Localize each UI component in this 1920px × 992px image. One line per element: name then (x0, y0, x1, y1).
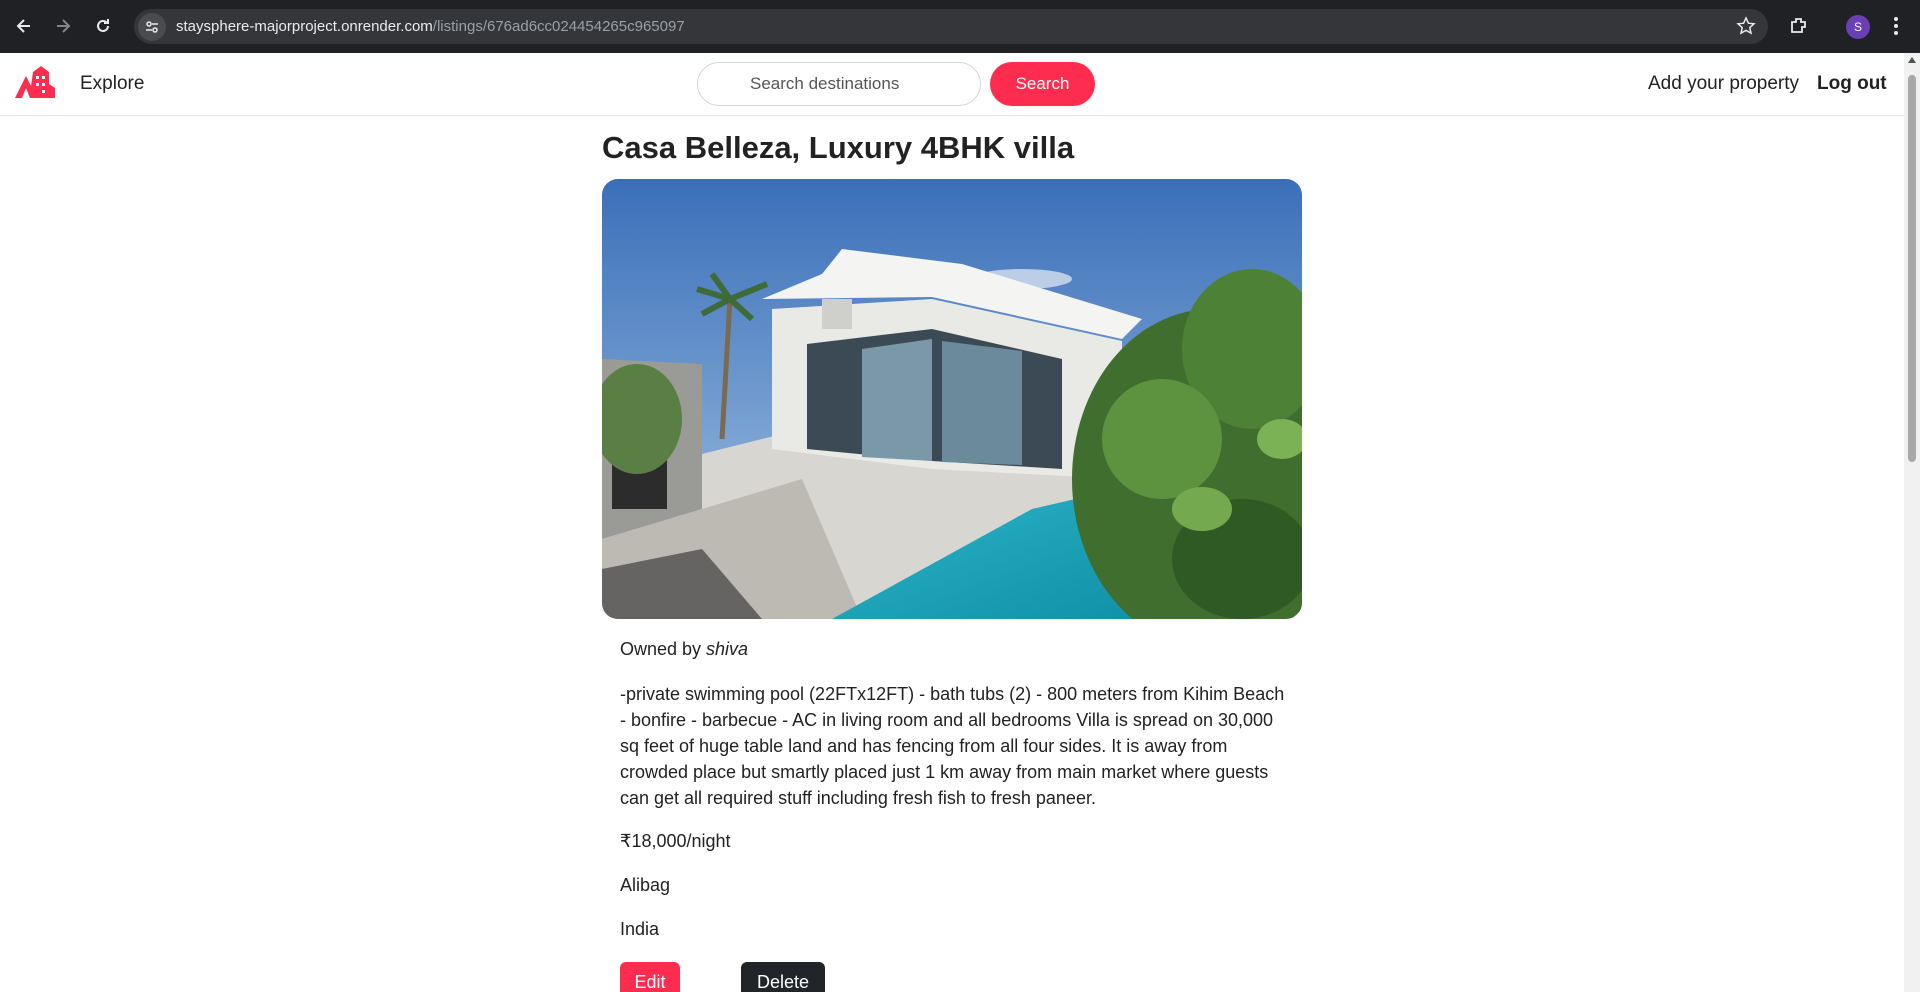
listing-price: ₹18,000/night (620, 831, 731, 851)
url-text: staysphere-majorproject.onrender.com/lis… (176, 18, 685, 35)
url-path: /listings/676ad6cc024454265c965097 (432, 18, 685, 35)
page-scrollbar[interactable] (1904, 53, 1920, 992)
listing-location: Alibag (620, 875, 671, 895)
owner-line: Owned by shiva (620, 639, 748, 660)
forward-icon (57, 19, 71, 33)
browser-toolbar: staysphere-majorproject.onrender.com/lis… (0, 0, 1920, 53)
search-input[interactable]: Search destinations (697, 62, 981, 106)
staysphere-logo-icon[interactable] (13, 66, 55, 100)
add-property-link[interactable]: Add your property (1648, 73, 1799, 95)
explore-link[interactable]: Explore (80, 73, 144, 95)
reload-button[interactable] (83, 6, 123, 46)
forward-button[interactable] (43, 6, 83, 46)
delete-button[interactable]: Delete (741, 962, 825, 992)
listing-title: Casa Belleza, Luxury 4BHK villa (602, 130, 1075, 165)
menu-dots-icon[interactable] (1886, 14, 1906, 38)
owned-prefix: Owned by (620, 639, 707, 659)
villa-photo-image (602, 179, 1302, 619)
address-bar[interactable]: staysphere-majorproject.onrender.com/lis… (134, 9, 1768, 44)
extensions-icon[interactable] (1788, 15, 1810, 37)
edit-button[interactable]: Edit (620, 962, 680, 992)
scroll-thumb[interactable] (1908, 75, 1916, 462)
back-button[interactable] (4, 6, 44, 46)
search-button[interactable]: Search (990, 62, 1095, 106)
profile-avatar[interactable]: S (1846, 15, 1870, 39)
listing-description: -private swimming pool (22FTx12FT) - bat… (620, 684, 1285, 808)
back-icon (16, 19, 30, 33)
web-page: Explore Search destinations Search Add y… (0, 53, 1904, 992)
listing-country: India (620, 919, 660, 939)
url-host: staysphere-majorproject.onrender.com (176, 18, 433, 35)
owner-name: shiva (706, 639, 749, 659)
logout-link[interactable]: Log out (1817, 73, 1887, 95)
reload-icon (97, 19, 109, 32)
site-info-icon[interactable] (138, 12, 166, 41)
scroll-up-arrow-icon[interactable] (1908, 57, 1916, 63)
site-navbar: Explore Search destinations Search Add y… (0, 53, 1904, 116)
bookmark-star-icon[interactable] (1736, 16, 1756, 36)
listing-photo (602, 179, 1302, 619)
